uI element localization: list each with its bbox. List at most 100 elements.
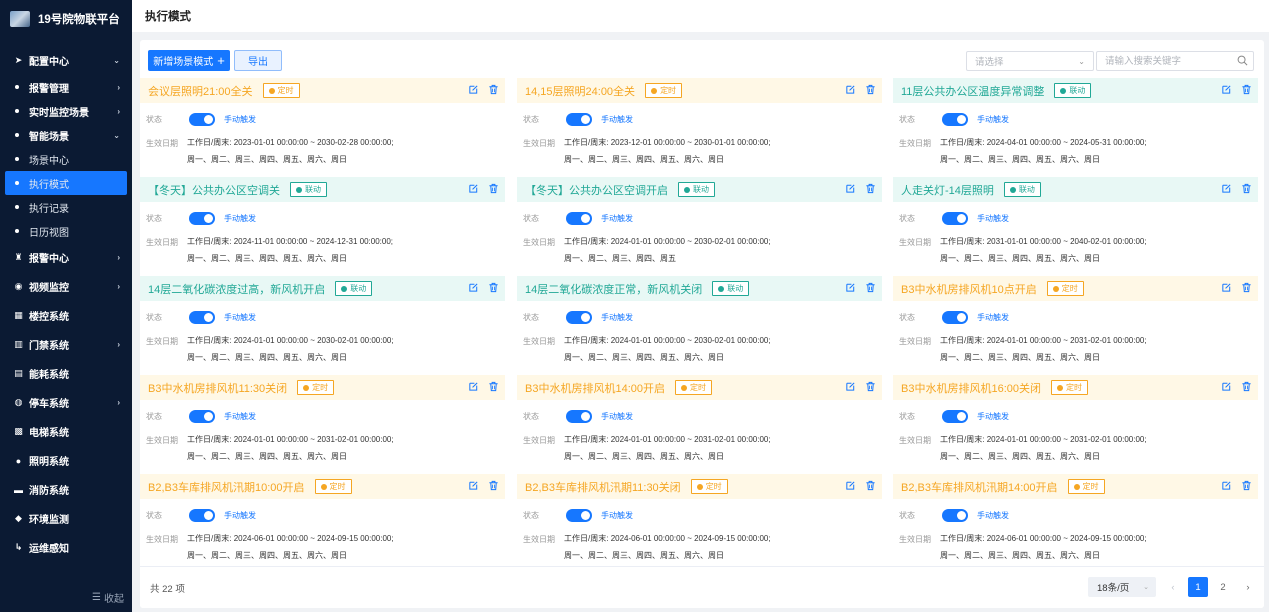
edit-icon[interactable] bbox=[468, 381, 479, 392]
state-toggle[interactable] bbox=[189, 212, 215, 225]
sidebar-item-13[interactable]: ◍ 停车系统 › bbox=[0, 388, 132, 417]
weekdays: 周一、周二、周三、周四、周五、周六、周日 bbox=[940, 155, 1100, 164]
state-row: 状态 手动触发 bbox=[899, 212, 1009, 225]
export-button[interactable]: 导出 bbox=[234, 50, 282, 71]
state-toggle[interactable] bbox=[566, 311, 592, 324]
sidebar-item-0[interactable]: ➤ 配置中心 ⌄ bbox=[0, 46, 132, 75]
edit-icon[interactable] bbox=[1221, 480, 1232, 491]
manual-trigger-link[interactable]: 手动触发 bbox=[224, 312, 256, 323]
edit-icon[interactable] bbox=[1221, 381, 1232, 392]
manual-trigger-link[interactable]: 手动触发 bbox=[601, 510, 633, 521]
sidebar-item-15[interactable]: ● 照明系统 bbox=[0, 446, 132, 475]
sidebar-item-2[interactable]: 实时监控场景 › bbox=[0, 99, 132, 123]
next-page-button[interactable]: › bbox=[1238, 577, 1258, 597]
manual-trigger-link[interactable]: 手动触发 bbox=[224, 510, 256, 521]
sidebar-item-10[interactable]: ▦ 楼控系统 bbox=[0, 301, 132, 330]
delete-icon[interactable] bbox=[865, 480, 876, 491]
sidebar-item-6[interactable]: 执行记录 bbox=[0, 195, 132, 219]
delete-icon[interactable] bbox=[865, 381, 876, 392]
sidebar-item-4[interactable]: 场景中心 bbox=[0, 147, 132, 171]
state-toggle[interactable] bbox=[566, 113, 592, 126]
delete-icon[interactable] bbox=[865, 183, 876, 194]
state-toggle[interactable] bbox=[566, 212, 592, 225]
scene-type-label: 定时 bbox=[660, 86, 677, 95]
scene-title: 14,15层照明24:00全关 bbox=[525, 85, 636, 98]
delete-icon[interactable] bbox=[488, 84, 499, 95]
edit-icon[interactable] bbox=[845, 84, 856, 95]
manual-trigger-link[interactable]: 手动触发 bbox=[224, 411, 256, 422]
delete-icon[interactable] bbox=[1241, 84, 1252, 95]
state-toggle[interactable] bbox=[942, 410, 968, 423]
sidebar-item-14[interactable]: ▩ 电梯系统 bbox=[0, 417, 132, 446]
manual-trigger-link[interactable]: 手动触发 bbox=[601, 411, 633, 422]
delete-icon[interactable] bbox=[488, 381, 499, 392]
state-toggle[interactable] bbox=[566, 509, 592, 522]
state-toggle[interactable] bbox=[942, 113, 968, 126]
manual-trigger-link[interactable]: 手动触发 bbox=[224, 114, 256, 125]
manual-trigger-link[interactable]: 手动触发 bbox=[977, 312, 1009, 323]
state-toggle[interactable] bbox=[189, 410, 215, 423]
sidebar-item-8[interactable]: ♜ 报警中心 › bbox=[0, 243, 132, 272]
edit-icon[interactable] bbox=[468, 480, 479, 491]
sidebar-item-12[interactable]: ▤ 能耗系统 bbox=[0, 359, 132, 388]
delete-icon[interactable] bbox=[1241, 381, 1252, 392]
edit-icon[interactable] bbox=[1221, 84, 1232, 95]
scene-title: 【冬天】公共办公区空调开启 bbox=[525, 184, 668, 197]
sidebar-item-1[interactable]: 报警管理 › bbox=[0, 75, 132, 99]
weekdays: 周一、周二、周三、周四、周五、周六、周日 bbox=[187, 254, 347, 263]
prev-page-button[interactable]: ‹ bbox=[1163, 577, 1183, 597]
edit-icon[interactable] bbox=[1221, 183, 1232, 194]
search-icon[interactable] bbox=[1237, 55, 1248, 66]
manual-trigger-link[interactable]: 手动触发 bbox=[601, 114, 633, 125]
clock-icon bbox=[718, 285, 725, 292]
state-toggle[interactable] bbox=[942, 212, 968, 225]
sidebar-item-7[interactable]: 日历视图 bbox=[0, 219, 132, 243]
manual-trigger-link[interactable]: 手动触发 bbox=[977, 213, 1009, 224]
delete-icon[interactable] bbox=[1241, 282, 1252, 293]
scene-title: 11层公共办公区温度异常调整 bbox=[901, 85, 1045, 98]
state-toggle[interactable] bbox=[942, 311, 968, 324]
sidebar-item-18[interactable]: ↳ 运维感知 bbox=[0, 533, 132, 562]
sidebar-item-17[interactable]: ◆ 环境监测 bbox=[0, 504, 132, 533]
sidebar-item-3[interactable]: 智能场景 ⌄ bbox=[0, 123, 132, 147]
edit-icon[interactable] bbox=[845, 480, 856, 491]
sidebar-item-5[interactable]: 执行模式 bbox=[5, 171, 127, 195]
page-size-select[interactable]: 18条/页 ⌄ bbox=[1088, 577, 1156, 597]
manual-trigger-link[interactable]: 手动触发 bbox=[601, 312, 633, 323]
effective-label: 生效日期 bbox=[523, 238, 555, 247]
delete-icon[interactable] bbox=[488, 282, 499, 293]
date-lines: 工作日/周末: 2024-01-01 00:00:00 ~ 2031-02-01… bbox=[940, 332, 1147, 366]
manual-trigger-link[interactable]: 手动触发 bbox=[224, 213, 256, 224]
manual-trigger-link[interactable]: 手动触发 bbox=[601, 213, 633, 224]
delete-icon[interactable] bbox=[1241, 183, 1252, 194]
edit-icon[interactable] bbox=[468, 183, 479, 194]
delete-icon[interactable] bbox=[488, 183, 499, 194]
page-2-button[interactable]: 2 bbox=[1213, 577, 1233, 597]
sidebar-item-9[interactable]: ◉ 视频监控 › bbox=[0, 272, 132, 301]
state-toggle[interactable] bbox=[942, 509, 968, 522]
edit-icon[interactable] bbox=[845, 282, 856, 293]
state-toggle[interactable] bbox=[189, 113, 215, 126]
collapse-button[interactable]: ☰ 收起 bbox=[92, 590, 124, 605]
edit-icon[interactable] bbox=[468, 84, 479, 95]
sidebar-item-16[interactable]: ▬ 消防系统 bbox=[0, 475, 132, 504]
sidebar-item-11[interactable]: ▥ 门禁系统 › bbox=[0, 330, 132, 359]
delete-icon[interactable] bbox=[865, 84, 876, 95]
edit-icon[interactable] bbox=[845, 183, 856, 194]
delete-icon[interactable] bbox=[865, 282, 876, 293]
filter-select[interactable]: 请选择 ⌄ bbox=[966, 51, 1094, 71]
manual-trigger-link[interactable]: 手动触发 bbox=[977, 510, 1009, 521]
add-scene-mode-button[interactable]: 新增场景模式 + bbox=[148, 50, 230, 71]
edit-icon[interactable] bbox=[468, 282, 479, 293]
page-1-button[interactable]: 1 bbox=[1188, 577, 1208, 597]
edit-icon[interactable] bbox=[1221, 282, 1232, 293]
edit-icon[interactable] bbox=[845, 381, 856, 392]
delete-icon[interactable] bbox=[488, 480, 499, 491]
search-input[interactable] bbox=[1097, 52, 1227, 70]
state-toggle[interactable] bbox=[566, 410, 592, 423]
state-toggle[interactable] bbox=[189, 311, 215, 324]
delete-icon[interactable] bbox=[1241, 480, 1252, 491]
manual-trigger-link[interactable]: 手动触发 bbox=[977, 411, 1009, 422]
state-toggle[interactable] bbox=[189, 509, 215, 522]
manual-trigger-link[interactable]: 手动触发 bbox=[977, 114, 1009, 125]
